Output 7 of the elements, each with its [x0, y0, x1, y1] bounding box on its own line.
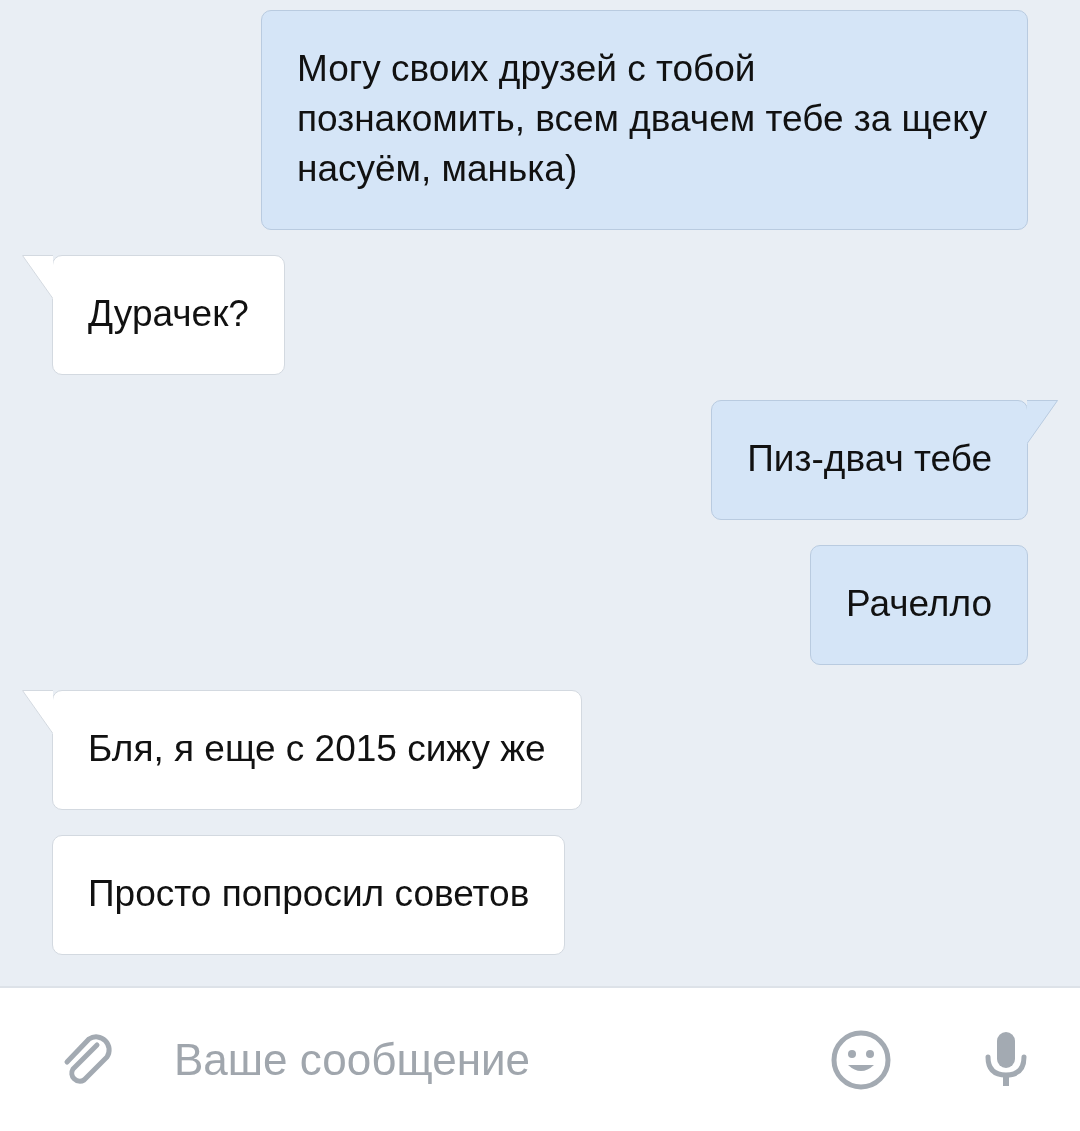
message-bubble: Пиз-двач тебе	[711, 400, 1028, 520]
emoji-icon[interactable]	[830, 1028, 892, 1091]
message-bubble: Рачелло	[810, 545, 1028, 665]
message-bubble: Дурачек?	[52, 255, 285, 375]
message-bubble: Просто попросил советов	[52, 835, 566, 955]
message-bubble: Могу своих друзей с тобой познакомить, всем двачем тебе за щеку насуём, манька)	[261, 10, 1028, 230]
message-bubble: Бля, я еще с 2015 сижу же	[52, 690, 582, 810]
